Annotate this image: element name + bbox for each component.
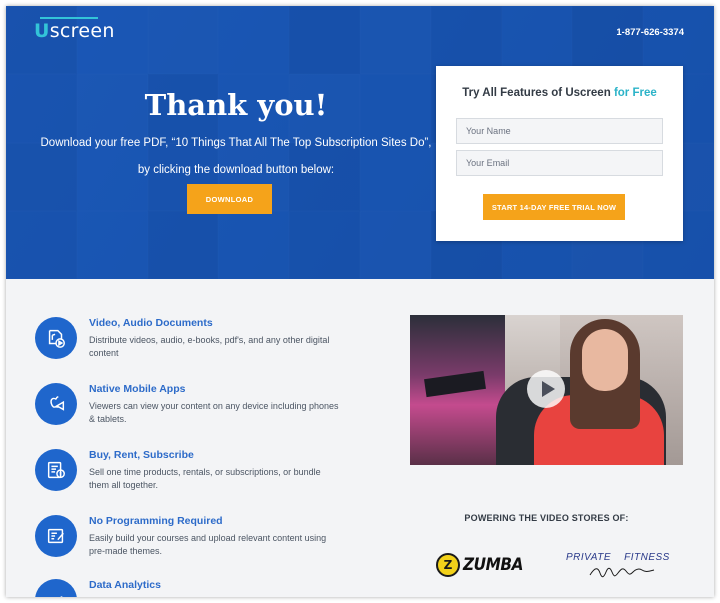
name-input[interactable] <box>456 118 663 144</box>
page-title: Thank you! <box>144 88 328 122</box>
uscreen-logo[interactable]: Uscreen <box>34 17 115 42</box>
invoice-dollar-icon <box>35 449 77 491</box>
video-player[interactable] <box>410 315 683 465</box>
feature-title: Data Analytics <box>89 579 161 591</box>
feature-description: Viewers can view your content on any dev… <box>89 401 339 424</box>
hero-section: Uscreen 1-877-626-3374 Thank you! Downlo… <box>6 6 714 279</box>
phone-number-link[interactable]: 1-877-626-3374 <box>616 27 684 38</box>
feature-title: Native Mobile Apps <box>89 383 186 395</box>
feature-description: Sell one time products, rentals, or subs… <box>89 467 321 490</box>
private-fitness-logo: PRIVATE FITNESS <box>566 552 686 579</box>
feature-title: Buy, Rent, Subscribe <box>89 449 194 461</box>
edit-document-icon <box>35 515 77 557</box>
play-icon[interactable] <box>527 370 565 408</box>
feature-title: Video, Audio Documents <box>89 317 213 329</box>
download-button[interactable]: DOWNLOAD <box>187 184 272 214</box>
bar-chart-icon <box>35 579 77 597</box>
hero-subtitle: Download your free PDF, “10 Things That … <box>40 137 432 176</box>
feature-description: Distribute videos, audio, e-books, pdf's… <box>89 335 330 358</box>
page-frame: Uscreen 1-877-626-3374 Thank you! Downlo… <box>6 6 714 597</box>
media-files-icon <box>35 317 77 359</box>
email-input[interactable] <box>456 150 663 176</box>
feature-description: Easily build your courses and upload rel… <box>89 533 327 556</box>
signup-card-title: Try All Features of Uscreen for Free <box>462 87 657 99</box>
features-section: Video, Audio Documents Distribute videos… <box>6 279 714 597</box>
start-free-trial-button[interactable]: START 14-DAY FREE TRIAL NOW <box>483 194 625 220</box>
feature-title: No Programming Required <box>89 515 223 527</box>
powering-heading: POWERING THE VIDEO STORES OF: <box>464 513 629 523</box>
mobile-apps-icon <box>35 383 77 425</box>
zumba-logo: Z ZUMBA <box>436 553 530 577</box>
signature-mark <box>589 567 655 578</box>
signup-card: Try All Features of Uscreen for Free STA… <box>436 66 683 241</box>
